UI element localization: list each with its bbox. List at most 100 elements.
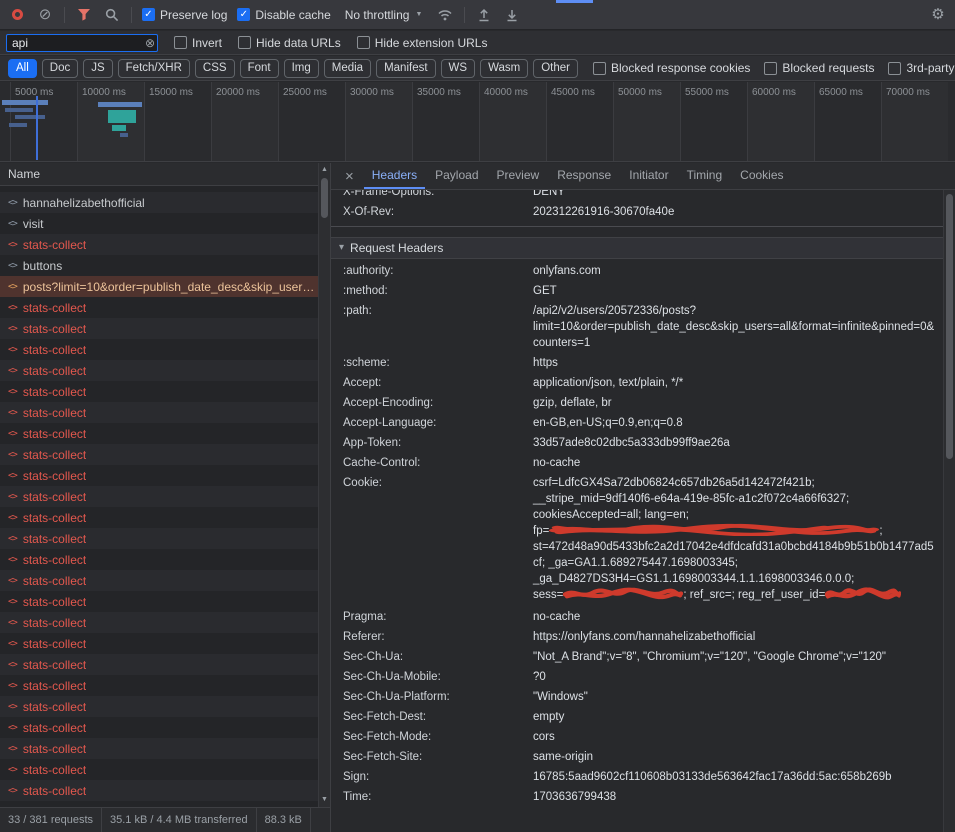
- details-tab[interactable]: Preview: [489, 163, 548, 189]
- header-name: X-Of-Rev:: [331, 204, 533, 220]
- details-tab[interactable]: Timing: [679, 163, 731, 189]
- header-value: same-origin: [533, 749, 955, 765]
- request-row[interactable]: <> stats-collect: [0, 738, 330, 759]
- request-row[interactable]: <> stats-collect: [0, 234, 330, 255]
- close-details-icon[interactable]: ×: [337, 163, 362, 189]
- request-name: stats-collect: [23, 322, 86, 336]
- disable-cache-checkbox[interactable]: ✓ Disable cache: [237, 8, 330, 22]
- request-row[interactable]: <> stats-collect: [0, 444, 330, 465]
- request-row[interactable]: <> stats-collect: [0, 339, 330, 360]
- details-tab[interactable]: Payload: [427, 163, 486, 189]
- request-row[interactable]: <> stats-collect: [0, 591, 330, 612]
- checkbox-unchecked-icon: [764, 62, 777, 75]
- request-row[interactable]: <> buttons: [0, 255, 330, 276]
- request-row[interactable]: <> stats-collect: [0, 318, 330, 339]
- request-row[interactable]: <> stats-collect: [0, 423, 330, 444]
- request-row[interactable]: <> stats-collect: [0, 486, 330, 507]
- timeline-tick-label: 50000 ms: [618, 87, 662, 98]
- request-row[interactable]: <> visit: [0, 213, 330, 234]
- type-filter-pill[interactable]: Font: [240, 59, 279, 78]
- request-row[interactable]: <> posts?limit=10&order=publish_date_des…: [0, 276, 330, 297]
- waterfall-bar: [9, 123, 27, 127]
- settings-gear-icon[interactable]: ⚙: [929, 6, 947, 24]
- request-row[interactable]: <> stats-collect: [0, 402, 330, 423]
- header-value: application/json, text/plain, */*: [533, 375, 955, 391]
- header-value: gzip, deflate, br: [533, 395, 955, 411]
- type-filter-pill[interactable]: All: [8, 59, 37, 78]
- type-filter-pill[interactable]: Other: [533, 59, 578, 78]
- request-row[interactable]: <> stats-collect: [0, 549, 330, 570]
- request-row[interactable]: <> stats-collect: [0, 465, 330, 486]
- header-value: onlyfans.com: [533, 263, 955, 279]
- overview-timeline[interactable]: 5000 ms 10000 ms 15000 ms 20000 ms 25000…: [0, 82, 955, 162]
- details-tab[interactable]: Headers: [364, 163, 425, 189]
- summary-bar: 33 / 381 requests 35.1 kB / 4.4 MB trans…: [0, 807, 330, 832]
- advanced-filter-checkbox[interactable]: 3rd-party requests: [888, 61, 955, 75]
- details-tab[interactable]: Response: [549, 163, 619, 189]
- request-row[interactable]: <> stats-collect: [0, 570, 330, 591]
- request-list-scrollbar[interactable]: ▲ ▼: [318, 163, 330, 807]
- request-row[interactable]: <> stats-collect: [0, 717, 330, 738]
- header-row: X-Of-Rev: 202312261916-30670fa40e: [331, 202, 955, 222]
- filter-input[interactable]: [6, 34, 158, 52]
- type-filter-pill[interactable]: Img: [284, 59, 319, 78]
- throttling-dropdown[interactable]: No throttling ▼: [341, 6, 427, 24]
- network-conditions-icon[interactable]: [436, 6, 454, 24]
- export-har-icon[interactable]: [503, 6, 521, 24]
- request-row[interactable]: <> stats-collect: [0, 612, 330, 633]
- scrollbar-thumb[interactable]: [321, 178, 328, 218]
- preserve-log-checkbox[interactable]: ✓ Preserve log: [142, 8, 227, 22]
- scrollbar-thumb[interactable]: [946, 194, 953, 459]
- details-tab[interactable]: Cookies: [732, 163, 791, 189]
- request-row[interactable]: <> stats-collect: [0, 675, 330, 696]
- type-filter-pill[interactable]: JS: [83, 59, 112, 78]
- hide-extension-urls-checkbox[interactable]: Hide extension URLs: [357, 36, 488, 50]
- details-tab[interactable]: Initiator: [621, 163, 676, 189]
- request-row[interactable]: <> stats-collect: [0, 696, 330, 717]
- type-filter-pill[interactable]: Media: [324, 59, 371, 78]
- hide-data-urls-checkbox[interactable]: Hide data URLs: [238, 36, 341, 50]
- clear-network-log-icon[interactable]: ⊘: [36, 6, 54, 24]
- name-column-header[interactable]: Name: [0, 163, 330, 186]
- request-row[interactable]: <> stats-collect: [0, 759, 330, 780]
- filter-icon[interactable]: [75, 6, 93, 24]
- record-network-log-icon[interactable]: [8, 6, 26, 24]
- clear-filter-icon[interactable]: ⊗: [145, 37, 155, 49]
- request-row[interactable]: <> stats-collect: [0, 297, 330, 318]
- request-row[interactable]: <> stats-collect: [0, 360, 330, 381]
- advanced-filter-checkbox[interactable]: Blocked requests: [764, 61, 874, 75]
- request-row[interactable]: <> stats-collect: [0, 633, 330, 654]
- details-scrollbar[interactable]: [943, 190, 955, 832]
- throttling-value: No throttling: [345, 8, 410, 22]
- request-type-icon: <>: [8, 492, 17, 502]
- request-row[interactable]: <> stats-collect: [0, 780, 330, 801]
- timeline-column: 55000 ms: [680, 82, 747, 161]
- scroll-up-icon[interactable]: ▲: [321, 165, 328, 175]
- request-row[interactable]: <> stats-collect: [0, 507, 330, 528]
- request-row[interactable]: <> stats-collect: [0, 654, 330, 675]
- type-filter-pill[interactable]: Fetch/XHR: [118, 59, 190, 78]
- request-row[interactable]: <> hannahelizabethofficial: [0, 192, 330, 213]
- header-name: Cookie:: [331, 475, 533, 603]
- timeline-column: 35000 ms: [412, 82, 479, 161]
- header-value: en-GB,en-US;q=0.9,en;q=0.8: [533, 415, 955, 431]
- request-headers-section-header[interactable]: ▾ Request Headers: [331, 237, 955, 259]
- type-filter-pill[interactable]: Wasm: [480, 59, 528, 78]
- request-row[interactable]: <> stats-collect: [0, 381, 330, 402]
- request-row[interactable]: <> stats-collect: [0, 528, 330, 549]
- type-filter-pill[interactable]: WS: [441, 59, 476, 78]
- invert-checkbox[interactable]: Invert: [174, 36, 222, 50]
- header-value: "Not_A Brand";v="8", "Chromium";v="120",…: [533, 649, 955, 665]
- scroll-down-icon[interactable]: ▼: [321, 795, 328, 805]
- type-filter-pill[interactable]: Manifest: [376, 59, 435, 78]
- search-icon[interactable]: [103, 6, 121, 24]
- type-filter-pill[interactable]: CSS: [195, 59, 235, 78]
- advanced-filter-checkbox[interactable]: Blocked response cookies: [593, 61, 750, 75]
- network-filter-bar: ⊗ Invert Hide data URLs Hide extension U…: [0, 31, 955, 55]
- header-row: App-Token: 33d57ade8c02dbc5a333db99ff9ae…: [331, 433, 955, 453]
- request-name: stats-collect: [23, 427, 86, 441]
- request-name: stats-collect: [23, 595, 86, 609]
- type-filter-pill[interactable]: Doc: [42, 59, 78, 78]
- network-tab-active-indicator: [556, 0, 593, 3]
- import-har-icon[interactable]: [475, 6, 493, 24]
